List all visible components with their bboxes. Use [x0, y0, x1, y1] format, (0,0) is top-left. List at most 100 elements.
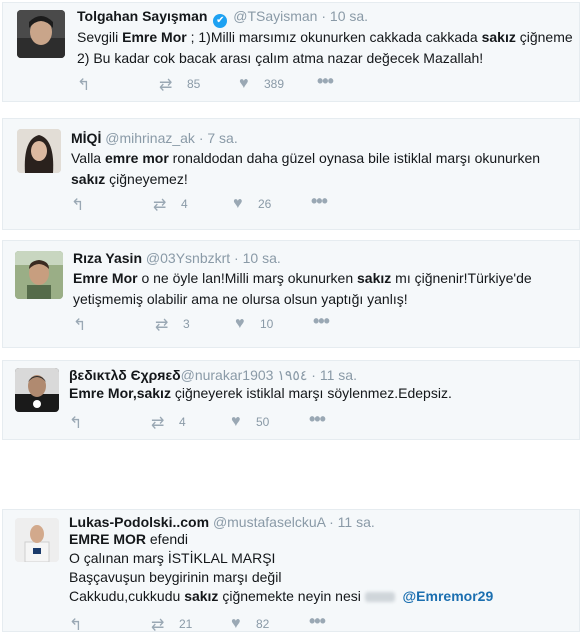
retweet-count: 4 [179, 415, 186, 429]
tweet-header: MİQİ @mihrinaz_ak · 7 sa. [71, 130, 238, 146]
tweet-line: O çalınan marş İSTİKLAL MARŞI [69, 550, 276, 566]
tweet-text: Emre Mor o ne öyle lan!Milli marş okunur… [73, 268, 532, 310]
tweet-card: βεδικτλδ Єχρяεδ@nurakar1903 ١٩٥٤ · 11 sa… [2, 360, 580, 440]
more-icon[interactable]: ••• [309, 409, 326, 430]
tweet-line: yetişmemiş olabilir ama ne olursa olsun … [73, 291, 408, 307]
avatar[interactable] [17, 10, 65, 58]
author-name[interactable]: Tolgahan Sayışman [77, 8, 207, 24]
more-icon[interactable]: ••• [309, 611, 326, 632]
blurred-text [364, 592, 395, 603]
like-count: 50 [256, 415, 270, 429]
separator: · [321, 8, 327, 24]
retweet-icon[interactable]: ⇄ [155, 315, 168, 335]
more-icon[interactable]: ••• [311, 191, 328, 212]
mention-keyword: Emre Mor [69, 385, 133, 401]
tweet-line: Cakkudu,cukkudu sakız çiğnemekte neyin n… [69, 588, 494, 604]
reply-icon[interactable]: ↰ [73, 315, 86, 335]
retweet-count: 21 [179, 617, 193, 631]
retweet-icon[interactable]: ⇄ [151, 413, 164, 433]
reply-icon[interactable]: ↰ [71, 195, 84, 215]
avatar[interactable] [15, 518, 59, 562]
more-icon[interactable]: ••• [313, 311, 330, 332]
separator: · [198, 130, 204, 146]
tweet-header: Tolgahan Sayışman ✔ @TSayisman · 10 sa. [77, 8, 368, 28]
tweet-line: 2) Bu kadar cok bacak arası çalım atma n… [77, 50, 484, 66]
separator: · [329, 514, 334, 530]
reply-icon[interactable]: ↰ [69, 413, 82, 433]
avatar-image [15, 518, 59, 562]
mention-keyword: EMRE MOR [69, 531, 146, 547]
author-handle[interactable]: @mihrinaz_ak [105, 130, 195, 146]
tweet-header: βεδικτλδ Єχρяεδ@nurakar1903 ١٩٥٤ · 11 sa… [69, 367, 357, 384]
author-handle[interactable]: @03Ysnbzkrt [146, 250, 230, 266]
tweet-actions: ↰ ⇄ 4 ♥ 50 ••• [69, 409, 369, 433]
reply-icon[interactable]: ↰ [77, 75, 90, 95]
author-name[interactable]: MİQİ [71, 130, 101, 146]
avatar-image [15, 368, 59, 412]
tweet-line: EMRE MOR efendi [69, 531, 189, 547]
retweet-count: 4 [181, 197, 188, 211]
tweet-text: Emre Mor,sakız çiğneyerek istiklal marşı… [69, 383, 452, 404]
tweet-line: Emre Mor o ne öyle lan!Milli marş okunur… [73, 270, 532, 286]
separator: · [234, 250, 239, 266]
heart-icon[interactable]: ♥ [235, 315, 245, 333]
heart-icon[interactable]: ♥ [239, 75, 249, 93]
heart-icon[interactable]: ♥ [231, 615, 241, 633]
tweet-actions: ↰ ⇄ 3 ♥ 10 ••• [73, 311, 373, 335]
more-icon[interactable]: ••• [317, 71, 334, 92]
tweet-line: Valla emre mor ronaldodan daha güzel oyn… [71, 150, 541, 166]
tweet-time[interactable]: 11 sa. [338, 514, 375, 530]
tweet-time[interactable]: 7 sa. [207, 130, 237, 146]
tweet-card: Lukas-Podolski..com @mustafaselckuA · 11… [2, 509, 580, 635]
retweet-icon[interactable]: ⇄ [159, 75, 172, 95]
avatar-image [17, 10, 65, 58]
like-count: 82 [256, 617, 270, 631]
retweet-icon[interactable]: ⇄ [151, 615, 164, 635]
keyword: sakız [184, 588, 219, 604]
tweet-header: Rıza Yasin @03Ysnbzkrt · 10 sa. [73, 250, 281, 266]
avatar[interactable] [15, 251, 63, 299]
avatar[interactable] [15, 368, 59, 412]
heart-icon[interactable]: ♥ [231, 413, 241, 431]
author-name[interactable]: Lukas-Podolski..com [69, 514, 209, 530]
keyword: sakız [71, 171, 106, 187]
tweet-text: Valla emre mor ronaldodan daha güzel oyn… [71, 148, 540, 190]
mention-link[interactable]: @Emremor29 [403, 588, 494, 604]
keyword: sakız [136, 385, 171, 401]
tweet-actions: ↰ ⇄ 85 ♥ 389 ••• [77, 71, 377, 95]
tweet-card: Tolgahan Sayışman ✔ @TSayisman · 10 sa. … [2, 2, 580, 102]
author-handle[interactable]: @nurakar1903 ١٩٥٤ [181, 367, 308, 383]
tweet-time[interactable]: 10 sa. [243, 250, 281, 266]
tweet-actions: ↰ ⇄ 21 ♥ 82 ••• [69, 611, 369, 635]
like-count: 26 [258, 197, 272, 211]
author-name[interactable]: Rıza Yasin [73, 250, 142, 266]
tweet-actions: ↰ ⇄ 4 ♥ 26 ••• [71, 191, 371, 215]
avatar-image [17, 129, 61, 173]
tweet-text: EMRE MOR efendi O çalınan marş İSTİKLAL … [69, 530, 493, 606]
like-count: 10 [260, 317, 274, 331]
retweet-icon[interactable]: ⇄ [153, 195, 166, 215]
mention-keyword: Emre Mor [122, 29, 187, 45]
tweet-line: Başçavuşun beygirinin marşı değil [69, 569, 282, 585]
tweet-line: Sevgili Emre Mor ; 1)Milli marsımız okun… [77, 29, 573, 45]
like-count: 389 [264, 77, 285, 91]
avatar-image [15, 251, 63, 299]
author-handle[interactable]: @TSayisman [233, 8, 317, 24]
author-handle[interactable]: @mustafaselckuA [213, 514, 325, 530]
reply-icon[interactable]: ↰ [69, 615, 82, 635]
avatar[interactable] [17, 129, 61, 173]
tweet-header: Lukas-Podolski..com @mustafaselckuA · 11… [69, 514, 375, 530]
tweet-line: sakız çiğneyemez! [71, 171, 188, 187]
mention-keyword: emre mor [104, 150, 169, 166]
verified-badge-icon: ✔ [213, 14, 228, 28]
tweet-card: MİQİ @mihrinaz_ak · 7 sa. Valla emre mor… [2, 118, 580, 230]
heart-icon[interactable]: ♥ [233, 195, 243, 213]
tweet-time[interactable]: 10 sa. [330, 8, 368, 24]
author-name[interactable]: βεδικτλδ Єχρяεδ [69, 367, 181, 383]
retweet-count: 3 [183, 317, 190, 331]
tweet-card: Rıza Yasin @03Ysnbzkrt · 10 sa. Emre Mor… [2, 240, 580, 348]
tweet-line: Emre Mor,sakız çiğneyerek istiklal marşı… [69, 385, 452, 401]
keyword: sakız [357, 270, 392, 286]
tweet-time[interactable]: 11 sa. [320, 367, 357, 383]
tweet-text: Sevgili Emre Mor ; 1)Milli marsımız okun… [77, 27, 573, 69]
